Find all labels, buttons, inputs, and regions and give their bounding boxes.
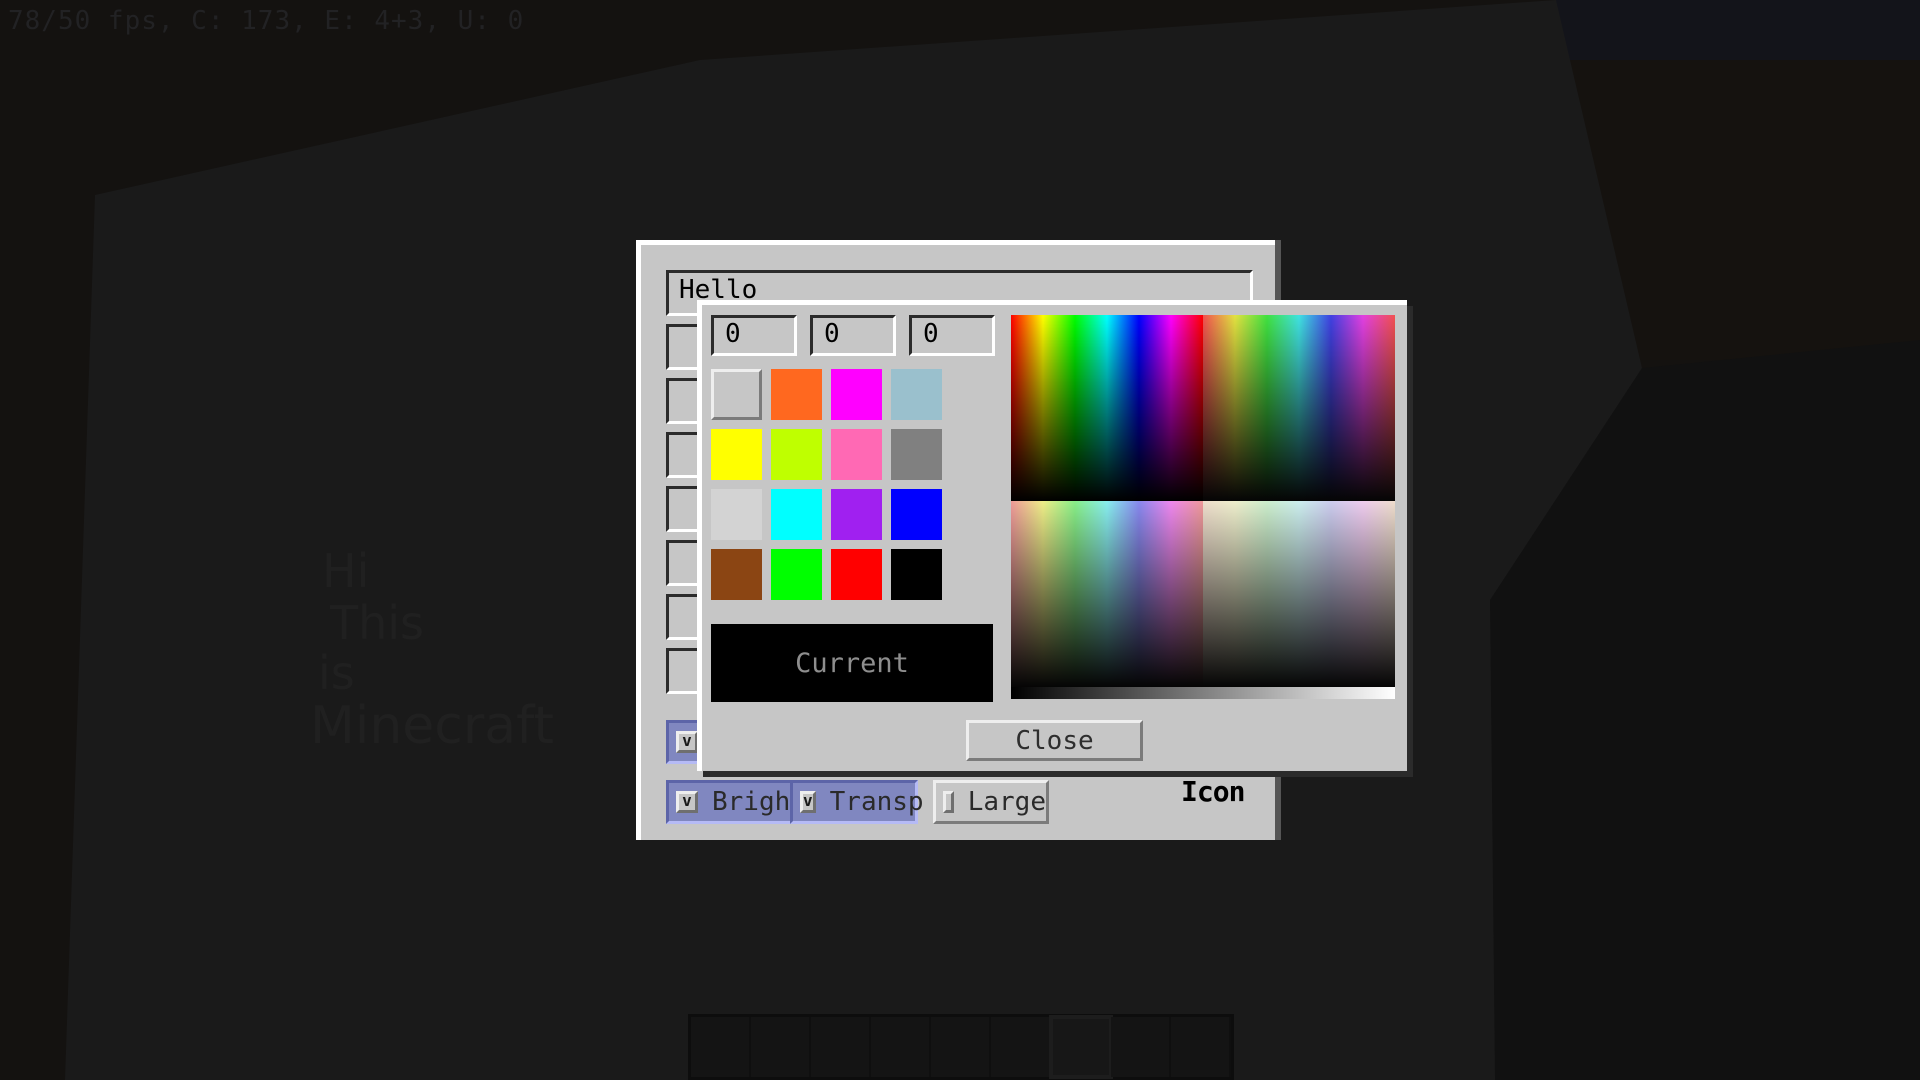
color-swatch-cyan[interactable] [771,489,822,540]
color-swatch-gray[interactable] [891,429,942,480]
debug-overlay: 78/50 fps, C: 173, E: 4+3, U: 0 [8,6,525,36]
red-value-field[interactable]: 0 [711,315,797,356]
color-swatch-light-blue[interactable] [891,369,942,420]
hotbar-slot-7[interactable] [1049,1015,1113,1079]
color-swatch-orange[interactable] [771,369,822,420]
green-value: 0 [824,319,840,349]
transp-toggle-button[interactable]: v Transp [790,780,924,824]
checkbox-empty-icon [943,791,954,813]
hotbar-slot-9[interactable] [1171,1017,1231,1077]
sign-line-4: Minecraft [310,696,554,756]
gradient-quadrant-full-saturation[interactable] [1011,315,1203,501]
green-value-field[interactable]: 0 [810,315,896,356]
hotbar-slot-3[interactable] [811,1017,871,1077]
checkbox-check-icon: v [676,791,698,813]
color-swatch-pink[interactable] [831,429,882,480]
color-swatch-purple[interactable] [831,489,882,540]
transp-label: Transp [829,787,924,817]
hotbar-slot-2[interactable] [751,1017,811,1077]
grayscale-strip[interactable] [1011,687,1395,699]
hotbar-slot-4[interactable] [871,1017,931,1077]
red-value: 0 [725,319,741,349]
hotbar-slot-1[interactable] [691,1017,751,1077]
large-label: Large [967,787,1046,817]
sign-line-3: is [318,646,355,700]
hotbar [688,1014,1234,1080]
checkbox-check-icon: v [800,791,816,813]
color-swatch-light-gray[interactable] [711,489,762,540]
blue-value: 0 [923,319,939,349]
current-color-preview: Current [711,624,993,702]
color-swatch-red[interactable] [831,549,882,600]
current-label: Current [795,647,909,679]
gradient-quadrant-high-saturation[interactable] [1203,315,1395,501]
blue-value-field[interactable]: 0 [909,315,995,356]
hotbar-slot-8[interactable] [1111,1017,1171,1077]
gradient-quadrant-medium-saturation[interactable] [1011,501,1203,687]
color-swatch-lime[interactable] [771,429,822,480]
color-swatch-magenta[interactable] [831,369,882,420]
sign-line-2: This [330,596,424,650]
color-swatch-yellow[interactable] [711,429,762,480]
color-swatch-brown[interactable] [711,549,762,600]
color-swatch-default[interactable] [711,369,762,420]
icon-label: Icon [1181,775,1245,808]
color-picker-dialog: 0 0 0 Current Close [697,300,1407,771]
close-button[interactable]: Close [966,720,1143,761]
hotbar-slot-5[interactable] [931,1017,991,1077]
gradient-quadrant-low-saturation[interactable] [1203,501,1395,687]
large-toggle-button[interactable]: Large [933,780,1049,824]
checkbox-check-icon: v [676,731,698,753]
color-swatch-blue[interactable] [891,489,942,540]
color-swatch-green[interactable] [771,549,822,600]
color-gradient-picker[interactable] [1011,315,1395,699]
sign-line-1: Hi [322,544,370,598]
color-swatch-black[interactable] [891,549,942,600]
hotbar-slot-6[interactable] [991,1017,1051,1077]
